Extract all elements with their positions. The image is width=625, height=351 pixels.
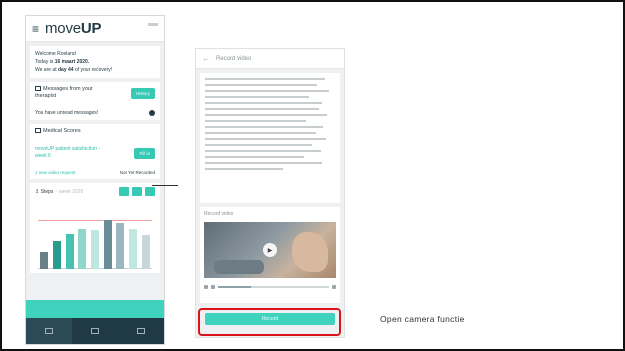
record-header-title: Record video: [216, 55, 252, 62]
steps-bar: [141, 235, 150, 269]
phone-dashboard: ≡ moveUP Welcome Roeland Today is 16 maa…: [25, 15, 165, 345]
message-icon: [35, 86, 41, 91]
pause-icon[interactable]: [204, 285, 208, 289]
app-header: ≡ moveUP: [26, 16, 164, 42]
survey-title[interactable]: moveUP patient satisfaction - week 6: [35, 146, 105, 160]
app-logo: moveUP: [45, 20, 102, 37]
steps-title: Steps: [40, 188, 54, 195]
steps-bar: [116, 223, 125, 269]
next-week-button[interactable]: [145, 187, 155, 196]
video-request-link[interactable]: 1 new video request: [35, 170, 75, 175]
welcome-card: Welcome Roeland Today is 16 maart 2020. …: [30, 46, 160, 78]
example-video[interactable]: ▶: [204, 222, 336, 278]
video-card: Record video ▶: [200, 207, 340, 303]
clipboard-icon: [35, 128, 41, 133]
video-request-status: Not Yet Recorded: [119, 170, 155, 175]
steps-card: ↥ Steps - week 2020: [30, 183, 160, 273]
highlight-box: [198, 308, 341, 336]
fullscreen-icon[interactable]: [332, 285, 336, 289]
steps-bar: [91, 230, 99, 269]
play-icon: [91, 328, 99, 334]
unread-badge-icon[interactable]: [149, 110, 155, 116]
connector-line: [152, 185, 178, 186]
prev-week-button[interactable]: [119, 187, 129, 196]
tab-profile[interactable]: [118, 318, 164, 344]
annotation-caption: Open camera functie: [380, 314, 465, 324]
messages-card: Messages from your therapist History You…: [30, 82, 160, 120]
steps-bar: [40, 252, 49, 269]
status-indicator: [148, 23, 158, 26]
medical-scores-card: Medical Scores moveUP patient satisfacti…: [30, 124, 160, 179]
action-bar[interactable]: [26, 300, 164, 318]
home-icon: [45, 328, 53, 334]
bottom-tab-bar: [26, 318, 164, 344]
user-icon: [137, 328, 145, 334]
phone-record-video: ← Record video Record video ▶ Record: [195, 48, 345, 338]
welcome-date: Today is 16 maart 2020.: [35, 59, 90, 65]
unread-messages-text: You have unread messages!: [35, 110, 99, 116]
welcome-greeting: Welcome Roeland: [35, 51, 76, 57]
video-progress-slider[interactable]: [218, 286, 329, 288]
video-label: Record video: [204, 211, 234, 217]
volume-icon[interactable]: [211, 285, 215, 289]
fill-in-button[interactable]: Fill in: [134, 147, 155, 159]
tab-home[interactable]: [26, 318, 72, 344]
messages-title: Messages from your therapist: [35, 86, 93, 99]
record-header: ← Record video: [196, 49, 344, 69]
instructions-card: [200, 73, 340, 203]
steps-range: week 2020: [59, 188, 84, 195]
menu-icon[interactable]: ≡: [32, 23, 39, 35]
welcome-recovery-day: We are at day 44 of your recovery!: [35, 67, 113, 73]
medical-scores-title: Medical Scores: [35, 128, 155, 134]
steps-goal-line: [38, 220, 152, 221]
video-controls: [204, 278, 336, 289]
history-button[interactable]: History: [130, 87, 155, 99]
steps-chart: [38, 203, 152, 269]
back-arrow-icon[interactable]: ←: [202, 54, 210, 63]
steps-bar: [78, 229, 87, 269]
steps-bar: [129, 229, 137, 269]
tab-exercises[interactable]: [72, 318, 118, 344]
steps-bar: [103, 220, 112, 269]
steps-bar: [65, 234, 74, 269]
calendar-button[interactable]: [132, 187, 142, 196]
steps-bar: [53, 241, 61, 269]
play-icon[interactable]: ▶: [263, 243, 277, 257]
